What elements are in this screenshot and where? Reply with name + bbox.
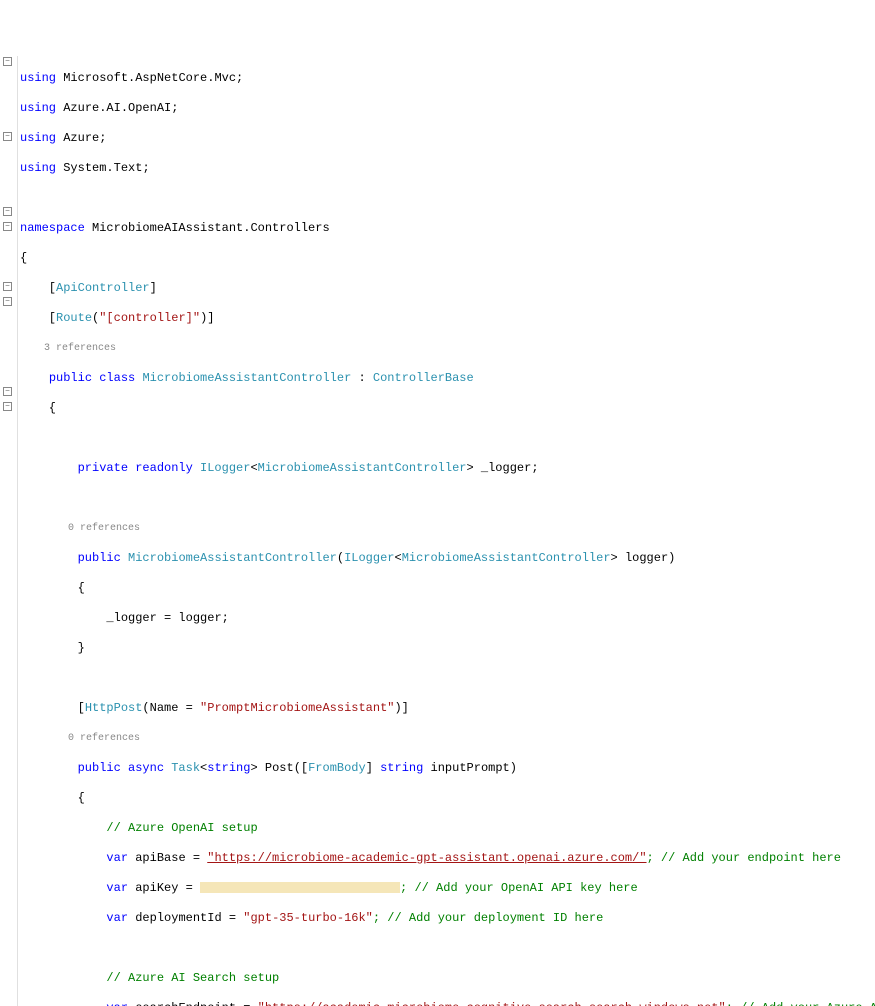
code-line[interactable]: { [20,791,875,806]
code-editor[interactable]: − − − − − − − − using Microsoft.AspNetCo… [0,56,875,1006]
code-line[interactable]: public class MicrobiomeAssistantControll… [20,371,875,386]
fold-toggle-icon[interactable]: − [3,222,12,231]
code-line[interactable]: var apiBase = "https://microbiome-academ… [20,851,875,866]
code-content[interactable]: using Microsoft.AspNetCore.Mvc; using Az… [18,56,875,1006]
fold-toggle-icon[interactable]: − [3,282,12,291]
code-line[interactable]: var searchEndpoint = "https://academic-m… [20,1001,875,1006]
code-line[interactable]: _logger = logger; [20,611,875,626]
code-line[interactable]: using Microsoft.AspNetCore.Mvc; [20,71,875,86]
code-line[interactable] [20,671,875,686]
fold-toggle-icon[interactable]: − [3,132,12,141]
fold-toggle-icon[interactable]: − [3,57,12,66]
code-line[interactable] [20,431,875,446]
code-line[interactable]: namespace MicrobiomeAIAssistant.Controll… [20,221,875,236]
code-line[interactable]: { [20,581,875,596]
fold-toggle-icon[interactable]: − [3,387,12,396]
code-line[interactable]: [ApiController] [20,281,875,296]
fold-toggle-icon[interactable]: − [3,297,12,306]
codelens-references[interactable]: 0 references [20,731,875,746]
codelens-references[interactable]: 0 references [20,521,875,536]
code-line[interactable]: public async Task<string> Post([FromBody… [20,761,875,776]
code-line[interactable]: { [20,401,875,416]
code-line[interactable]: // Azure OpenAI setup [20,821,875,836]
code-line[interactable]: using Azure; [20,131,875,146]
code-line[interactable]: var apiKey = ; // Add your OpenAI API ke… [20,881,875,896]
code-line[interactable] [20,491,875,506]
fold-toggle-icon[interactable]: − [3,207,12,216]
code-line[interactable]: private readonly ILogger<MicrobiomeAssis… [20,461,875,476]
fold-gutter: − − − − − − − − [0,56,18,1006]
fold-toggle-icon[interactable]: − [3,402,12,411]
codelens-references[interactable]: 3 references [20,341,875,356]
code-line[interactable]: var deploymentId = "gpt-35-turbo-16k"; /… [20,911,875,926]
code-line[interactable]: [HttpPost(Name = "PromptMicrobiomeAssist… [20,701,875,716]
code-line[interactable]: } [20,641,875,656]
code-line[interactable]: [Route("[controller]")] [20,311,875,326]
code-line[interactable]: using System.Text; [20,161,875,176]
code-line[interactable]: { [20,251,875,266]
code-line[interactable] [20,191,875,206]
code-line[interactable]: using Azure.AI.OpenAI; [20,101,875,116]
code-line[interactable]: public MicrobiomeAssistantController(ILo… [20,551,875,566]
redacted-secret [200,882,400,893]
code-line[interactable]: // Azure AI Search setup [20,971,875,986]
code-line[interactable] [20,941,875,956]
